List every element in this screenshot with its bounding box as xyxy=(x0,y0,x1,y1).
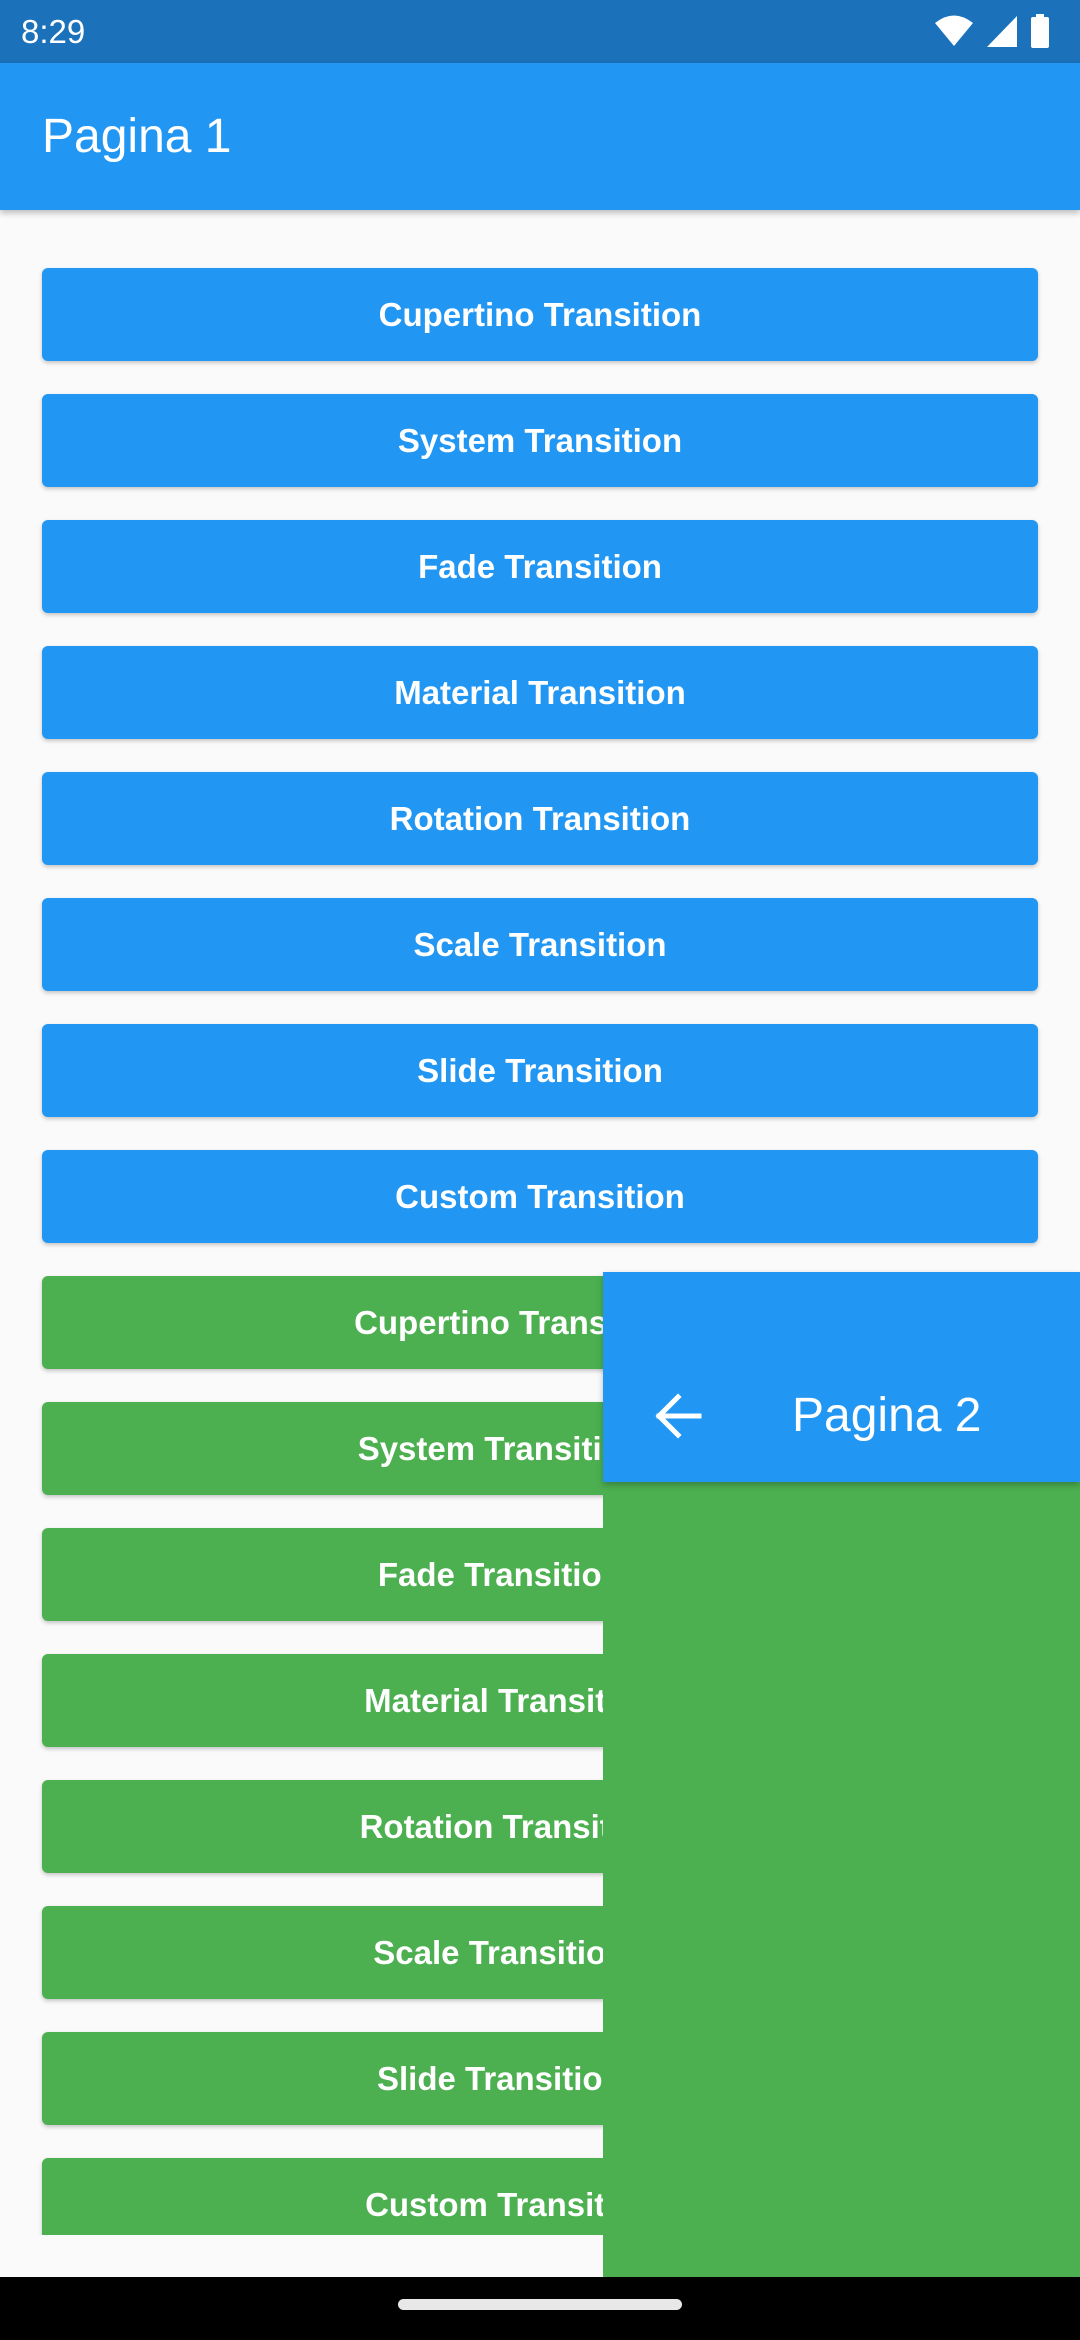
cupertino-transition-button[interactable]: Cupertino Transition xyxy=(42,268,1038,361)
signal-icon xyxy=(986,14,1018,48)
system-transition-button[interactable]: System Transition xyxy=(42,394,1038,487)
wifi-icon xyxy=(934,14,974,48)
status-bar: 8:29 xyxy=(0,0,1080,63)
page-title: Pagina 1 xyxy=(42,110,232,163)
fade-transition-button[interactable]: Fade Transition xyxy=(42,520,1038,613)
page-2-title: Pagina 2 xyxy=(792,1389,982,1442)
custom-transition-button[interactable]: Custom Transition xyxy=(42,1150,1038,1243)
status-icons xyxy=(934,14,1050,48)
app-bar: Pagina 1 xyxy=(0,63,1080,210)
slide-transition-button[interactable]: Slide Transition xyxy=(42,1024,1038,1117)
scale-transition-button[interactable]: Scale Transition xyxy=(42,898,1038,991)
material-transition-button[interactable]: Material Transition xyxy=(42,646,1038,739)
page-2-app-bar: Pagina 2 xyxy=(603,1272,1080,1482)
navigation-bar xyxy=(0,2277,1080,2340)
arrow-back-icon[interactable] xyxy=(651,1389,705,1443)
page-2-transition-overlay: Pagina 2 xyxy=(603,1272,1080,2277)
home-gesture-handle[interactable] xyxy=(398,2299,682,2310)
battery-icon xyxy=(1030,14,1050,48)
status-time: 8:29 xyxy=(21,13,86,50)
rotation-transition-button[interactable]: Rotation Transition xyxy=(42,772,1038,865)
